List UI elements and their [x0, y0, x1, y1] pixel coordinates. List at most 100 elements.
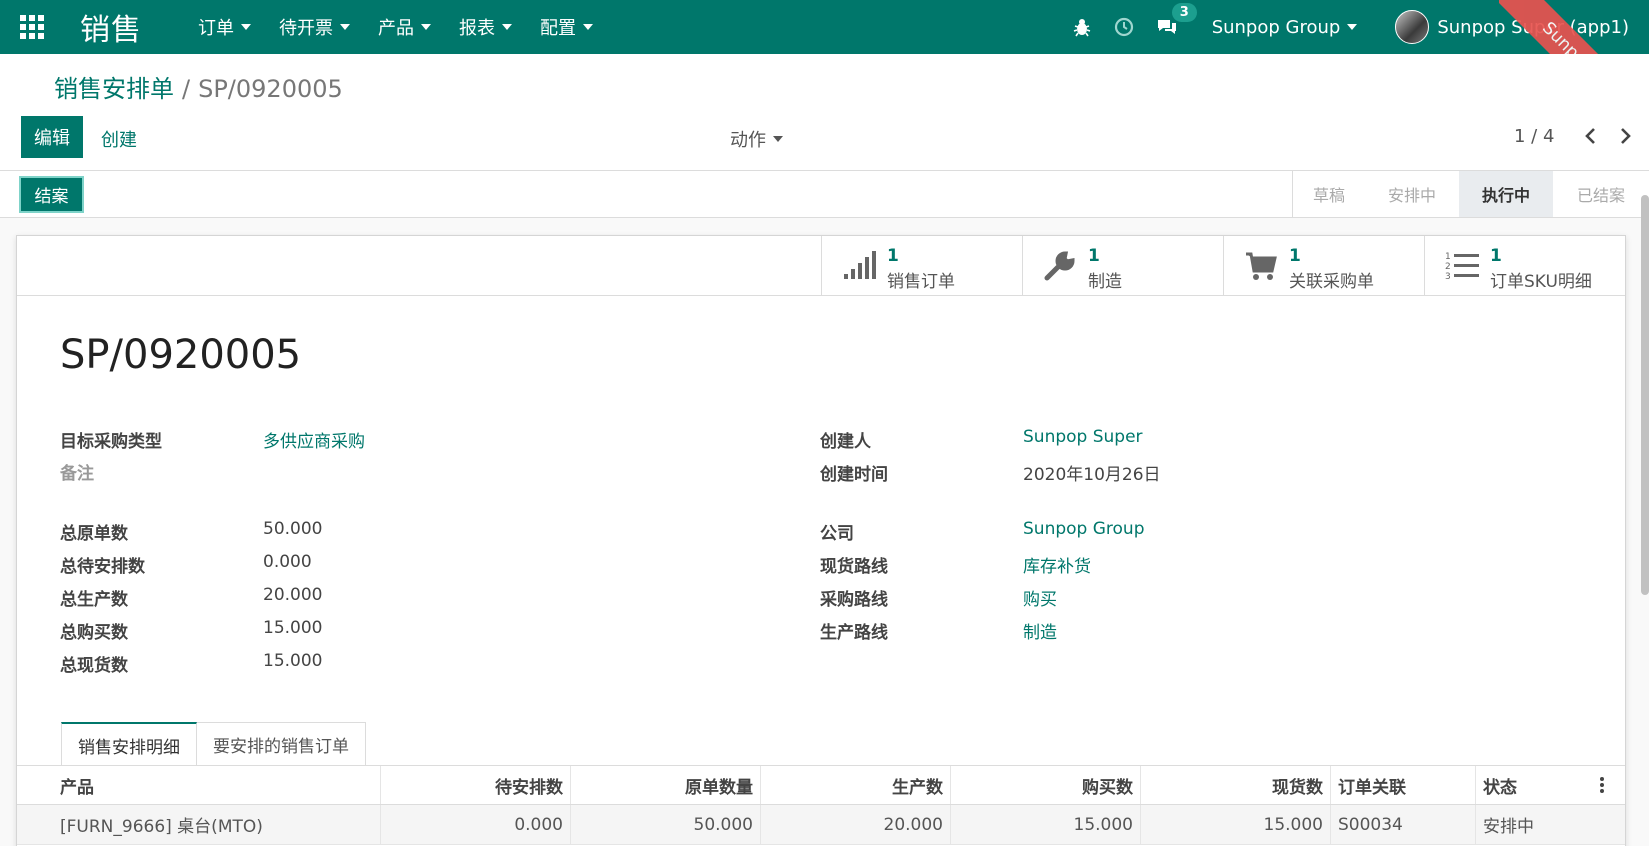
- smart-button-purchase-orders[interactable]: 1 关联采购单: [1223, 236, 1424, 295]
- record-title: SP/0920005: [60, 332, 302, 378]
- field-stock-route[interactable]: 库存补货: [1023, 552, 1091, 577]
- form-sheet: 1 销售订单 1 制造 1 关联采购单 123 1 订单SKU明细 SP/092…: [16, 235, 1626, 846]
- column-header-purchase[interactable]: 购买数: [951, 766, 1141, 804]
- field-label: 总购买数: [60, 623, 128, 643]
- column-header-original-qty[interactable]: 原单数量: [571, 766, 761, 804]
- stage-arranging[interactable]: 安排中: [1365, 171, 1459, 217]
- menu-reports[interactable]: 报表: [459, 14, 512, 40]
- field-manufacture-route[interactable]: 制造: [1023, 618, 1057, 643]
- field-purchase-type[interactable]: 多供应商采购: [263, 427, 365, 452]
- company-name: Sunpop Group: [1211, 16, 1341, 38]
- svg-text:3: 3: [1445, 272, 1451, 282]
- menu-label: 产品: [378, 18, 414, 39]
- menu-orders[interactable]: 订单: [198, 14, 251, 40]
- smart-button-manufacturing[interactable]: 1 制造: [1022, 236, 1223, 295]
- cell-product: [FURN_9666] 桌台(MTO): [17, 805, 381, 844]
- cell-produce: 20.000: [761, 805, 951, 844]
- wrench-icon: [1044, 251, 1075, 281]
- menu-products[interactable]: 产品: [378, 14, 431, 40]
- smart-button-label: 订单SKU明细: [1490, 272, 1592, 292]
- smart-button-sku-details[interactable]: 123 1 订单SKU明细: [1424, 236, 1625, 295]
- stage-closed[interactable]: 已结案: [1553, 171, 1649, 217]
- field-total-original: 50.000: [263, 519, 323, 539]
- column-header-produce[interactable]: 生产数: [761, 766, 951, 804]
- status-bar: 结案 草稿 安排中 执行中 已结案: [0, 171, 1649, 218]
- field-label: 总待安排数: [60, 557, 145, 577]
- column-header-order-ref[interactable]: 订单关联: [1331, 766, 1476, 804]
- field-creator[interactable]: Sunpop Super: [1023, 427, 1143, 447]
- cell-original-qty: 50.000: [571, 805, 761, 844]
- cell-purchase: 15.000: [951, 805, 1141, 844]
- avatar[interactable]: [1395, 10, 1430, 44]
- company-switcher[interactable]: Sunpop Group: [1212, 17, 1358, 38]
- field-label: 总生产数: [60, 590, 128, 610]
- menu-label: 待开票: [279, 18, 333, 39]
- main-menu: 订单 待开票 产品 报表 配置: [198, 14, 621, 40]
- notebook-tabs: 销售安排明细 要安排的销售订单: [61, 722, 366, 766]
- menu-config[interactable]: 配置: [540, 14, 593, 40]
- caret-down-icon: [583, 24, 593, 30]
- navbar-right: 3 Sunpop Group Sunpop Super (app1): [1072, 0, 1649, 54]
- field-label: 现货路线: [820, 557, 888, 577]
- svg-text:1: 1: [1445, 252, 1451, 262]
- action-label: 动作: [730, 130, 766, 151]
- menu-to-invoice[interactable]: 待开票: [279, 14, 350, 40]
- field-total-stock: 15.000: [263, 651, 323, 671]
- field-purchase-route[interactable]: 购买: [1023, 585, 1057, 610]
- column-header-product[interactable]: 产品: [17, 766, 381, 804]
- numbered-list-icon: 123: [1445, 252, 1479, 282]
- field-label: 公司: [820, 524, 854, 544]
- breadcrumb-current: SP/0920005: [198, 75, 343, 103]
- message-count-badge: 3: [1171, 3, 1197, 22]
- smart-button-value: 1: [1088, 246, 1100, 266]
- chevron-right-icon: [1621, 128, 1631, 144]
- column-options-icon[interactable]: [1599, 776, 1605, 796]
- breadcrumb: 销售安排单 / SP/0920005: [54, 69, 343, 104]
- caret-down-icon: [421, 24, 431, 30]
- create-button[interactable]: 创建: [101, 126, 137, 152]
- column-header-pending[interactable]: 待安排数: [381, 766, 571, 804]
- messages-button[interactable]: 3: [1156, 3, 1197, 37]
- field-label: 总原单数: [60, 524, 128, 544]
- stage-draft[interactable]: 草稿: [1293, 171, 1365, 217]
- close-case-button[interactable]: 结案: [19, 176, 84, 213]
- cell-state: 安排中: [1483, 817, 1534, 837]
- apps-grid-icon[interactable]: [20, 15, 44, 39]
- chat-bubbles-icon: [1157, 20, 1176, 34]
- pager-previous-button[interactable]: [1580, 122, 1600, 150]
- menu-label: 报表: [459, 18, 495, 39]
- user-menu[interactable]: Sunpop Super (app1): [1437, 17, 1629, 38]
- field-label: 创建人: [820, 432, 871, 452]
- field-label: 总现货数: [60, 656, 128, 676]
- breadcrumb-parent[interactable]: 销售安排单: [54, 75, 174, 103]
- table-row[interactable]: [FURN_9666] 桌台(MTO) 0.000 50.000 20.000 …: [17, 805, 1625, 845]
- field-total-purchase: 15.000: [263, 618, 323, 638]
- tab-arrangement-lines[interactable]: 销售安排明细: [61, 722, 197, 766]
- field-company[interactable]: Sunpop Group: [1023, 519, 1144, 539]
- breadcrumb-separator: /: [182, 75, 191, 103]
- cart-icon: [1246, 252, 1277, 280]
- caret-down-icon: [502, 24, 512, 30]
- clock-icon[interactable]: [1114, 17, 1134, 37]
- field-label: 采购路线: [820, 590, 888, 610]
- caret-down-icon: [1347, 24, 1358, 30]
- smart-button-value: 1: [1490, 246, 1502, 266]
- stage-executing[interactable]: 执行中: [1459, 171, 1553, 217]
- bug-icon[interactable]: [1072, 17, 1092, 37]
- chevron-left-icon: [1585, 128, 1595, 144]
- table-header: 产品 待安排数 原单数量 生产数 购买数 现货数 订单关联 状态: [17, 765, 1625, 805]
- pager-next-button[interactable]: [1616, 122, 1636, 150]
- field-label: 生产路线: [820, 623, 888, 643]
- app-name: 销售: [80, 13, 142, 48]
- smart-button-sale-orders[interactable]: 1 销售订单: [821, 236, 1022, 295]
- field-total-produce: 20.000: [263, 585, 323, 605]
- caret-down-icon: [241, 24, 251, 30]
- field-create-date: 2020年10月26日: [1023, 465, 1161, 485]
- vertical-scrollbar[interactable]: [1641, 195, 1649, 595]
- pager-value[interactable]: 1 / 4: [1514, 126, 1554, 147]
- action-dropdown[interactable]: 动作: [730, 126, 783, 152]
- column-header-stock[interactable]: 现货数: [1141, 766, 1331, 804]
- edit-button[interactable]: 编辑: [21, 116, 83, 158]
- smart-button-row: 1 销售订单 1 制造 1 关联采购单 123 1 订单SKU明细: [17, 236, 1625, 296]
- tab-sale-orders-to-arrange[interactable]: 要安排的销售订单: [197, 722, 366, 766]
